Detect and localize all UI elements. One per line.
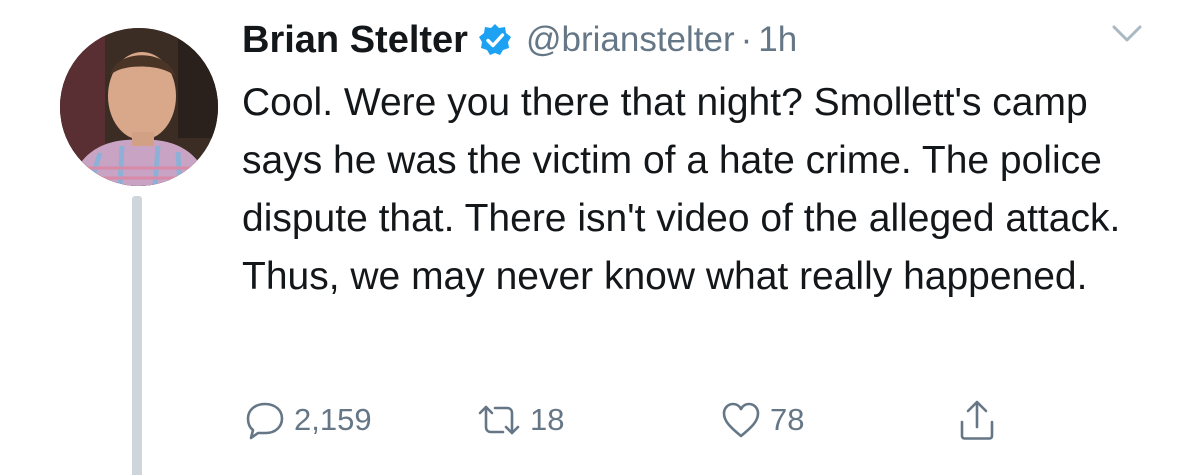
retweet-button[interactable]: 18 (476, 396, 564, 444)
tweet-timestamp[interactable]: 1h (758, 20, 797, 60)
verified-badge-icon (478, 23, 512, 57)
reply-icon (244, 399, 286, 441)
avatar-image (60, 28, 218, 186)
like-button[interactable]: 78 (720, 396, 804, 444)
heart-icon (720, 399, 762, 441)
chevron-down-icon[interactable] (1110, 22, 1144, 46)
share-button[interactable] (956, 396, 998, 444)
like-count: 78 (770, 402, 805, 437)
retweet-count: 18 (530, 402, 565, 437)
reply-button[interactable]: 2,159 (244, 396, 372, 444)
separator-dot: · (740, 20, 753, 59)
share-icon (956, 398, 998, 442)
thread-line (132, 196, 142, 475)
author-name[interactable]: Brian Stelter (242, 19, 468, 62)
tweet-header: Brian Stelter @brianstelter · 1h (242, 14, 797, 66)
author-handle[interactable]: @brianstelter (526, 20, 735, 60)
avatar[interactable] (60, 28, 218, 186)
reply-count: 2,159 (294, 402, 372, 437)
retweet-icon (476, 399, 522, 441)
tweet-text: Cool. Were you there that night? Smollet… (242, 81, 1121, 298)
